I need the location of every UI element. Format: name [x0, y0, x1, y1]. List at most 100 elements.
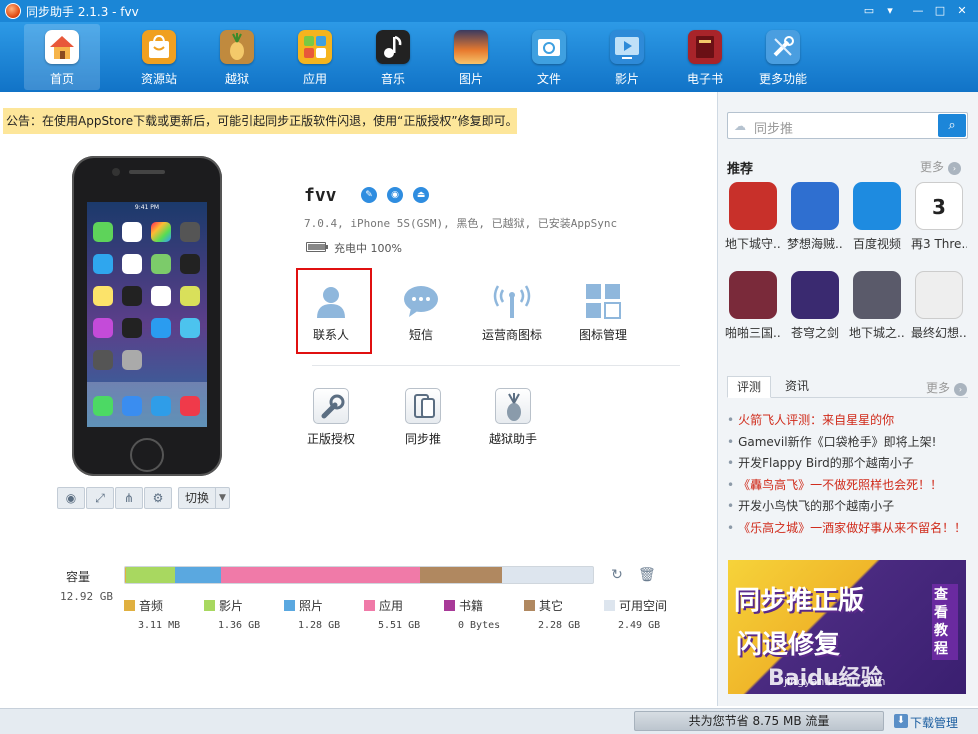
news-more-link[interactable]: 更多 › — [926, 379, 968, 396]
app-label: 苍穹之剑 — [790, 326, 839, 340]
close-button[interactable]: ✕ — [954, 3, 970, 19]
music-note-icon — [376, 30, 410, 64]
video-play-icon — [610, 30, 644, 64]
home-icon — [45, 30, 79, 64]
phone-image: 9:41 PM — [72, 156, 222, 476]
promo-banner[interactable]: 同步推正版 闪退修复 查看教程 Baidu经验 jingyan.baidu.co… — [728, 560, 966, 694]
feedback-icon[interactable]: ▭ — [861, 3, 877, 19]
legend-value: 5.51 GB — [378, 620, 421, 631]
switch-device-button[interactable]: 切换 ▼ — [178, 487, 230, 509]
feature-carrier-icon[interactable]: 运营商图标 — [473, 282, 551, 343]
fullscreen-icon[interactable]: ⤢ — [86, 487, 114, 509]
recommend-app[interactable]: 梦想海贼... — [787, 182, 843, 252]
apps-grid-icon — [298, 30, 332, 64]
trash-icon[interactable]: 🗑 — [638, 567, 656, 583]
toolbar-item-music[interactable]: 音乐 — [355, 24, 431, 90]
feature-icon-manager[interactable]: 图标管理 — [564, 282, 642, 343]
toolbar-item-pictures[interactable]: 图片 — [433, 24, 509, 90]
icon-grid-icon — [584, 282, 622, 320]
recommend-app[interactable]: 地下城之... — [849, 271, 905, 341]
toolbar-item-files[interactable]: 文件 — [511, 24, 587, 90]
toolbar-item-store[interactable]: 资源站 — [121, 24, 197, 90]
view-eye-icon[interactable]: ◉ — [387, 187, 403, 203]
screenshot-camera-icon[interactable]: ◉ — [57, 487, 85, 509]
traffic-saved: 共为您节省 8.75 MB 流量 — [634, 711, 884, 731]
signal-antenna-icon — [493, 282, 531, 320]
news-item[interactable]: • 火箭飞人评测：来自星星的你 — [727, 411, 894, 428]
settings-gear-icon[interactable]: ⚙ — [144, 487, 172, 509]
legend-swatch — [124, 600, 135, 611]
eject-icon[interactable]: ⏏ — [413, 187, 429, 203]
tool-sync-push[interactable]: 同步推 — [383, 388, 463, 447]
download-icon[interactable]: ⬇ — [894, 714, 908, 728]
app-icon — [791, 271, 839, 319]
menu-icon[interactable]: ▾ — [882, 3, 898, 19]
app-logo-icon — [5, 3, 21, 19]
toolbar-item-apps[interactable]: 应用 — [277, 24, 353, 90]
recommend-app[interactable]: 啪啪三国... — [725, 271, 781, 341]
app-icon — [729, 182, 777, 230]
message-bubble-icon — [402, 282, 440, 320]
legend-value: 2.28 GB — [538, 620, 581, 631]
refresh-icon[interactable]: ↻ — [609, 567, 625, 583]
app-icon: 3 — [915, 182, 963, 230]
news-item[interactable]: • 《乐高之城》一酒家做好事从来不留名！！ — [727, 519, 966, 536]
device-name: fvv — [304, 185, 337, 206]
recommend-app[interactable]: 3 再3 Thre... — [911, 182, 967, 252]
chevron-down-icon: ▼ — [215, 488, 229, 508]
search-icon[interactable]: ⌕ — [938, 114, 966, 137]
news-item[interactable]: • 开发Flappy Bird的那个越南小子 — [727, 454, 914, 471]
app-label: 地下城守... — [725, 237, 781, 251]
legend-item: 书籍 — [444, 597, 483, 614]
recommend-more-link[interactable]: 更多 › — [920, 158, 962, 175]
tool-license-repair[interactable]: 正版授权 — [291, 388, 371, 447]
app-label: 地下城之... — [849, 326, 905, 340]
tool-jailbreak-helper[interactable]: 越狱助手 — [473, 388, 553, 447]
search-input[interactable]: 同步推 — [754, 118, 793, 137]
chevron-right-icon: › — [948, 162, 962, 175]
toolbar-item-jailbreak[interactable]: 越狱 — [199, 24, 275, 90]
recommend-app[interactable]: 苍穹之剑 — [787, 271, 843, 341]
news-item[interactable]: • 开发小鸟快飞的那个越南小子 — [727, 497, 894, 514]
folder-sync-icon — [532, 30, 566, 64]
app-icon — [915, 271, 963, 319]
capacity-total: 12.92 GB — [60, 590, 113, 603]
news-item[interactable]: • Gamevil新作《口袋枪手》即将上架! — [727, 433, 936, 450]
view-tutorial-link[interactable]: 查看教程 — [932, 584, 958, 660]
minimize-button[interactable]: — — [910, 3, 926, 19]
news-item[interactable]: • 《轟鸟高飞》一不做死照样也会死！！ — [727, 476, 942, 493]
legend-value: 0 Bytes — [458, 620, 501, 631]
wrench-icon — [313, 388, 349, 424]
legend-swatch — [444, 600, 455, 611]
battery-status: 充电中 100% — [334, 242, 402, 255]
recommend-title: 推荐 — [727, 162, 754, 177]
tab-news[interactable]: 资讯 — [777, 376, 817, 398]
title-bar: 同步助手 2.1.3 - fvv ▭ ▾ — □ ✕ — [0, 0, 978, 22]
recommend-app[interactable]: 地下城守... — [725, 182, 781, 252]
toolbar-item-home[interactable]: 首页 — [24, 24, 100, 90]
edit-name-icon[interactable]: ✎ — [361, 187, 377, 203]
search-box[interactable]: ☁ 同步推 ⌕ — [727, 112, 968, 139]
capacity-segment — [420, 567, 502, 583]
app-label: 百度视频 — [852, 237, 901, 251]
legend-value: 3.11 MB — [138, 620, 181, 631]
toolbar-item-more[interactable]: 更多功能 — [745, 24, 821, 90]
toolbar-item-movies[interactable]: 影片 — [589, 24, 665, 90]
recommend-app[interactable]: 最终幻想... — [911, 271, 967, 341]
download-manager-link[interactable]: 下载管理 — [910, 714, 958, 731]
app-label: 啪啪三国... — [725, 326, 781, 340]
legend-value: 1.28 GB — [298, 620, 341, 631]
device-info: 7.0.4, iPhone 5S(GSM), 黑色, 已越狱, 已安装AppSy… — [304, 217, 618, 230]
legend-item: 可用空间 — [604, 597, 667, 614]
battery-icon — [306, 242, 328, 252]
capacity-segment — [175, 567, 221, 583]
book-icon — [688, 30, 722, 64]
sync-devices-icon — [405, 388, 441, 424]
maximize-button[interactable]: □ — [932, 3, 948, 19]
feature-messages[interactable]: 短信 — [382, 282, 460, 343]
chevron-right-icon: › — [954, 383, 968, 396]
toolbar-item-ebooks[interactable]: 电子书 — [667, 24, 743, 90]
recommend-app[interactable]: 百度视频 — [849, 182, 905, 252]
share-icon[interactable]: ⋔ — [115, 487, 143, 509]
tab-review[interactable]: 评测 — [727, 376, 771, 398]
